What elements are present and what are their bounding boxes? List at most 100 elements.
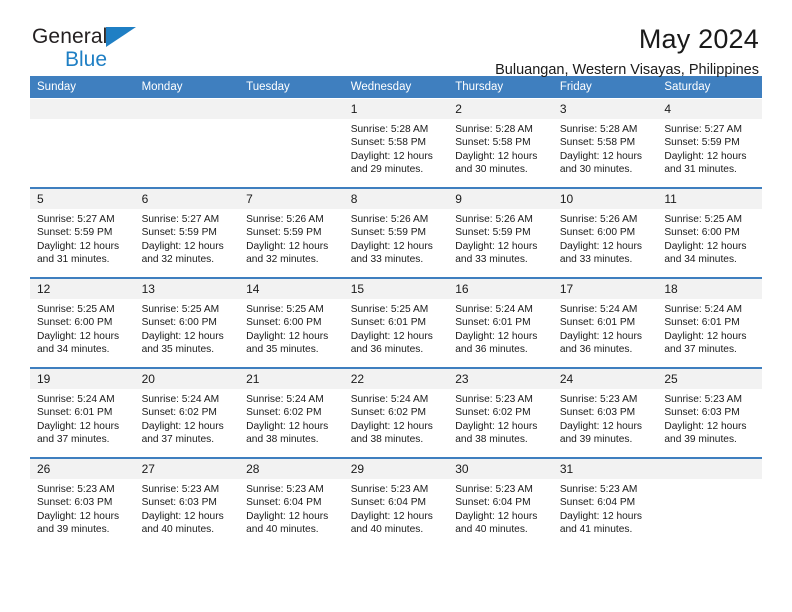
sunrise-time: Sunrise: 5:23 AM [455, 394, 533, 405]
logo-text-blue: Blue [65, 48, 108, 71]
daylight-duration-line2: and 39 minutes. [37, 524, 110, 536]
calendar-day-cell[interactable]: 1 Sunrise: 5:28 AM Sunset: 5:58 PM Daylight… [343, 99, 449, 187]
sunrise-time: Sunrise: 5:26 AM [455, 214, 533, 225]
calendar-day-cell[interactable]: 2 Sunrise: 5:28 AM Sunset: 5:58 PM Daylight… [448, 99, 553, 187]
calendar-day-cell[interactable]: 4 Sunrise: 5:27 AM Sunset: 5:59 PM Daylight… [657, 99, 762, 187]
day-sun-info: Sunrise: 5:26 AM Sunset: 5:59 PM Daylight:… [239, 209, 344, 267]
calendar-day-cell[interactable]: 9 Sunrise: 5:26 AM Sunset: 5:59 PM Daylight… [448, 189, 553, 277]
daylight-duration-line2: and 37 minutes. [141, 434, 215, 446]
calendar-day-cell[interactable]: 19 Sunrise: 5:24 AM Sunset: 6:01 PM Dayligh… [30, 369, 135, 457]
sunrise-time: Sunrise: 5:24 AM [246, 394, 324, 405]
sunrise-time: Sunrise: 5:24 AM [559, 304, 638, 315]
day-sun-info: Sunrise: 5:24 AM Sunset: 6:02 PM Daylight:… [239, 389, 344, 447]
calendar-day-cell[interactable]: 30 Sunrise: 5:23 AM Sunset: 6:04 PM Dayligh… [448, 459, 553, 547]
calendar-day-cell[interactable]: 31 Sunrise: 5:23 AM Sunset: 6:04 PM Dayligh… [552, 459, 658, 547]
sunrise-time: Sunrise: 5:24 AM [37, 394, 115, 405]
sunrise-time: Sunrise: 5:27 AM [141, 214, 220, 225]
calendar-day-cell[interactable]: 10 Sunrise: 5:26 AM Sunset: 6:00 PM Dayligh… [552, 189, 658, 277]
sunset-time: Sunset: 5:59 PM [664, 137, 740, 149]
calendar-day-cell[interactable]: 26 Sunrise: 5:23 AM Sunset: 6:03 PM Dayligh… [30, 459, 135, 547]
calendar-day-cell[interactable]: 13 Sunrise: 5:25 AM Sunset: 6:00 PM Dayligh… [134, 279, 240, 367]
day-sun-info: Sunrise: 5:23 AM Sunset: 6:03 PM Daylight:… [553, 389, 658, 447]
calendar-day-cell[interactable]: 23 Sunrise: 5:23 AM Sunset: 6:02 PM Dayligh… [448, 369, 553, 457]
calendar-day-cell[interactable]: 21 Sunrise: 5:24 AM Sunset: 6:02 PM Dayligh… [239, 369, 344, 457]
day-sun-info [135, 119, 240, 123]
calendar-day-cell[interactable]: 20 Sunrise: 5:24 AM Sunset: 6:02 PM Dayligh… [134, 369, 240, 457]
day-number: 21 [239, 369, 344, 389]
calendar-week-row: 12 Sunrise: 5:25 AM Sunset: 6:00 PM Dayligh… [30, 279, 762, 367]
daylight-duration-line2: and 41 minutes. [559, 524, 633, 536]
day-number: 3 [552, 99, 658, 119]
calendar-day-cell[interactable]: 24 Sunrise: 5:23 AM Sunset: 6:03 PM Dayligh… [552, 369, 658, 457]
day-number: 29 [343, 459, 449, 479]
sunrise-time: Sunrise: 5:28 AM [559, 124, 638, 135]
day-number [239, 99, 344, 119]
day-number: 28 [239, 459, 344, 479]
day-number: 30 [448, 459, 553, 479]
calendar-day-cell[interactable]: 11 Sunrise: 5:25 AM Sunset: 6:00 PM Dayligh… [657, 189, 762, 277]
day-number: 10 [552, 189, 658, 209]
calendar-day-cell[interactable]: 14 Sunrise: 5:25 AM Sunset: 6:00 PM Dayligh… [239, 279, 344, 367]
sunrise-time: Sunrise: 5:23 AM [559, 394, 638, 405]
daylight-duration-line2: and 34 minutes. [37, 344, 110, 356]
calendar-day-cell[interactable]: 5 Sunrise: 5:27 AM Sunset: 5:59 PM Daylight… [30, 189, 135, 277]
calendar-body: 1 Sunrise: 5:28 AM Sunset: 5:58 PM Daylight… [30, 98, 762, 547]
calendar-day-cell[interactable]: 28 Sunrise: 5:23 AM Sunset: 6:04 PM Dayligh… [239, 459, 344, 547]
sunrise-time: Sunrise: 5:26 AM [559, 214, 638, 225]
sunset-time: Sunset: 6:03 PM [37, 497, 113, 509]
page-header: General Blue May 2024 Buluangan, Western… [30, 0, 762, 78]
calendar-day-cell[interactable]: 3 Sunrise: 5:28 AM Sunset: 5:58 PM Daylight… [552, 99, 658, 187]
sunset-time: Sunset: 5:58 PM [350, 137, 427, 149]
day-number: 2 [448, 99, 553, 119]
day-number: 25 [657, 369, 762, 389]
sunrise-time: Sunrise: 5:28 AM [350, 124, 429, 135]
sunrise-time: Sunrise: 5:28 AM [455, 124, 533, 135]
sunset-time: Sunset: 6:03 PM [559, 407, 636, 419]
day-number [30, 99, 135, 119]
day-number: 23 [448, 369, 553, 389]
day-sun-info: Sunrise: 5:24 AM Sunset: 6:01 PM Daylight:… [30, 389, 135, 447]
calendar-day-cell[interactable]: 22 Sunrise: 5:24 AM Sunset: 6:02 PM Dayligh… [343, 369, 449, 457]
daylight-duration-line1: Daylight: 12 hours [350, 510, 433, 522]
sunrise-time: Sunrise: 5:23 AM [664, 394, 742, 405]
daylight-duration-line1: Daylight: 12 hours [455, 240, 538, 252]
calendar-day-cell[interactable]: 15 Sunrise: 5:25 AM Sunset: 6:01 PM Dayligh… [343, 279, 449, 367]
daylight-duration-line2: and 38 minutes. [350, 434, 424, 446]
day-number: 20 [134, 369, 240, 389]
calendar-day-cell[interactable]: 8 Sunrise: 5:26 AM Sunset: 5:59 PM Daylight… [343, 189, 449, 277]
calendar-day-cell[interactable]: 7 Sunrise: 5:26 AM Sunset: 5:59 PM Daylight… [239, 189, 344, 277]
daylight-duration-line2: and 30 minutes. [455, 164, 528, 176]
day-number: 1 [343, 99, 449, 119]
daylight-duration-line2: and 37 minutes. [664, 344, 737, 356]
day-number: 9 [448, 189, 553, 209]
logo-text-general: General [32, 25, 108, 48]
day-number: 11 [657, 189, 762, 209]
daylight-duration-line2: and 38 minutes. [246, 434, 319, 446]
sunrise-time: Sunrise: 5:24 AM [664, 304, 742, 315]
calendar-day-cell[interactable]: 12 Sunrise: 5:25 AM Sunset: 6:00 PM Dayligh… [30, 279, 135, 367]
daylight-duration-line2: and 33 minutes. [559, 254, 633, 266]
day-number [657, 459, 762, 479]
calendar-day-cell[interactable]: 18 Sunrise: 5:24 AM Sunset: 6:01 PM Dayligh… [657, 279, 762, 367]
calendar-day-cell[interactable]: 6 Sunrise: 5:27 AM Sunset: 5:59 PM Daylight… [134, 189, 240, 277]
day-number: 13 [134, 279, 240, 299]
sunrise-time: Sunrise: 5:25 AM [350, 304, 429, 315]
daylight-duration-line1: Daylight: 12 hours [350, 330, 433, 342]
calendar-day-cell[interactable]: 29 Sunrise: 5:23 AM Sunset: 6:04 PM Dayligh… [343, 459, 449, 547]
day-number: 27 [134, 459, 240, 479]
sunrise-time: Sunrise: 5:25 AM [37, 304, 115, 315]
calendar-day-cell[interactable]: 25 Sunrise: 5:23 AM Sunset: 6:03 PM Dayligh… [657, 369, 762, 457]
day-sun-info: Sunrise: 5:23 AM Sunset: 6:04 PM Daylight:… [344, 479, 449, 537]
calendar-day-cell-empty [134, 99, 240, 187]
calendar-day-cell[interactable]: 17 Sunrise: 5:24 AM Sunset: 6:01 PM Dayligh… [552, 279, 658, 367]
calendar-week-row: 19 Sunrise: 5:24 AM Sunset: 6:01 PM Dayligh… [30, 369, 762, 457]
daylight-duration-line2: and 32 minutes. [141, 254, 215, 266]
generalblue-logo[interactable]: General Blue [32, 26, 232, 76]
sunset-time: Sunset: 6:04 PM [559, 497, 636, 509]
daylight-duration-line1: Daylight: 12 hours [664, 420, 747, 432]
calendar-day-cell[interactable]: 27 Sunrise: 5:23 AM Sunset: 6:03 PM Dayligh… [134, 459, 240, 547]
daylight-duration-line1: Daylight: 12 hours [350, 240, 433, 252]
sunset-time: Sunset: 6:00 PM [141, 317, 217, 329]
calendar-day-cell[interactable]: 16 Sunrise: 5:24 AM Sunset: 6:01 PM Dayligh… [448, 279, 553, 367]
sunset-time: Sunset: 6:04 PM [246, 497, 322, 509]
